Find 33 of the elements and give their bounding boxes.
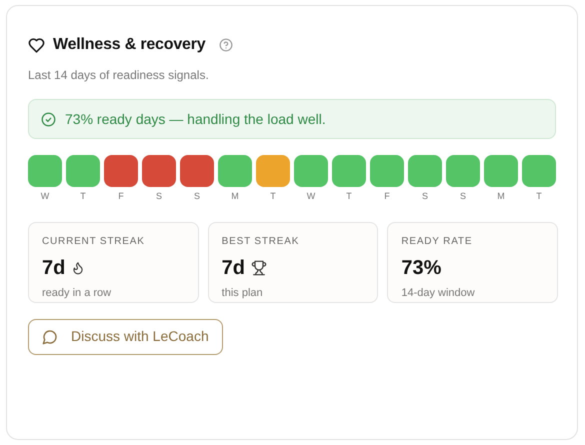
discuss-button[interactable]: Discuss with LeCoach — [28, 318, 223, 354]
card-title: Wellness & recovery — [53, 35, 206, 55]
stat-caption: this plan — [222, 286, 264, 300]
check-circle-icon — [41, 112, 56, 126]
day-label: S — [194, 190, 200, 203]
stat-value: 7d — [42, 256, 66, 280]
day-label: T — [80, 190, 86, 203]
stat-value: 7d — [222, 256, 245, 280]
stat-label: CURRENT STREAK — [42, 234, 146, 248]
day-label: T — [536, 190, 542, 203]
day-label: T — [346, 190, 352, 203]
day-label: S — [156, 190, 162, 203]
day-label: M — [497, 190, 505, 203]
banner-text: 73% ready days — handling the load well. — [65, 110, 326, 129]
stat-caption: 14-day window — [401, 286, 476, 300]
flame-icon — [71, 260, 86, 276]
card-subtitle: Last 14 days of readiness signals. — [28, 67, 210, 84]
stat-caption: ready in a row — [42, 286, 112, 300]
day-label: W — [306, 190, 316, 203]
day-label: M — [231, 190, 239, 203]
stat-label: BEST STREAK — [222, 234, 300, 248]
trophy-icon — [251, 260, 267, 276]
stat-value: 73% — [401, 256, 442, 280]
day-label: T — [270, 190, 276, 203]
day-label: F — [384, 190, 390, 203]
heart-icon — [28, 36, 45, 54]
day-label: S — [460, 190, 466, 203]
day-label: F — [118, 190, 124, 203]
stat-label: READY RATE — [401, 234, 474, 248]
help-icon[interactable] — [219, 38, 234, 52]
day-label: S — [422, 190, 428, 203]
chat-bubble-icon — [42, 328, 58, 344]
day-label: W — [40, 190, 50, 203]
